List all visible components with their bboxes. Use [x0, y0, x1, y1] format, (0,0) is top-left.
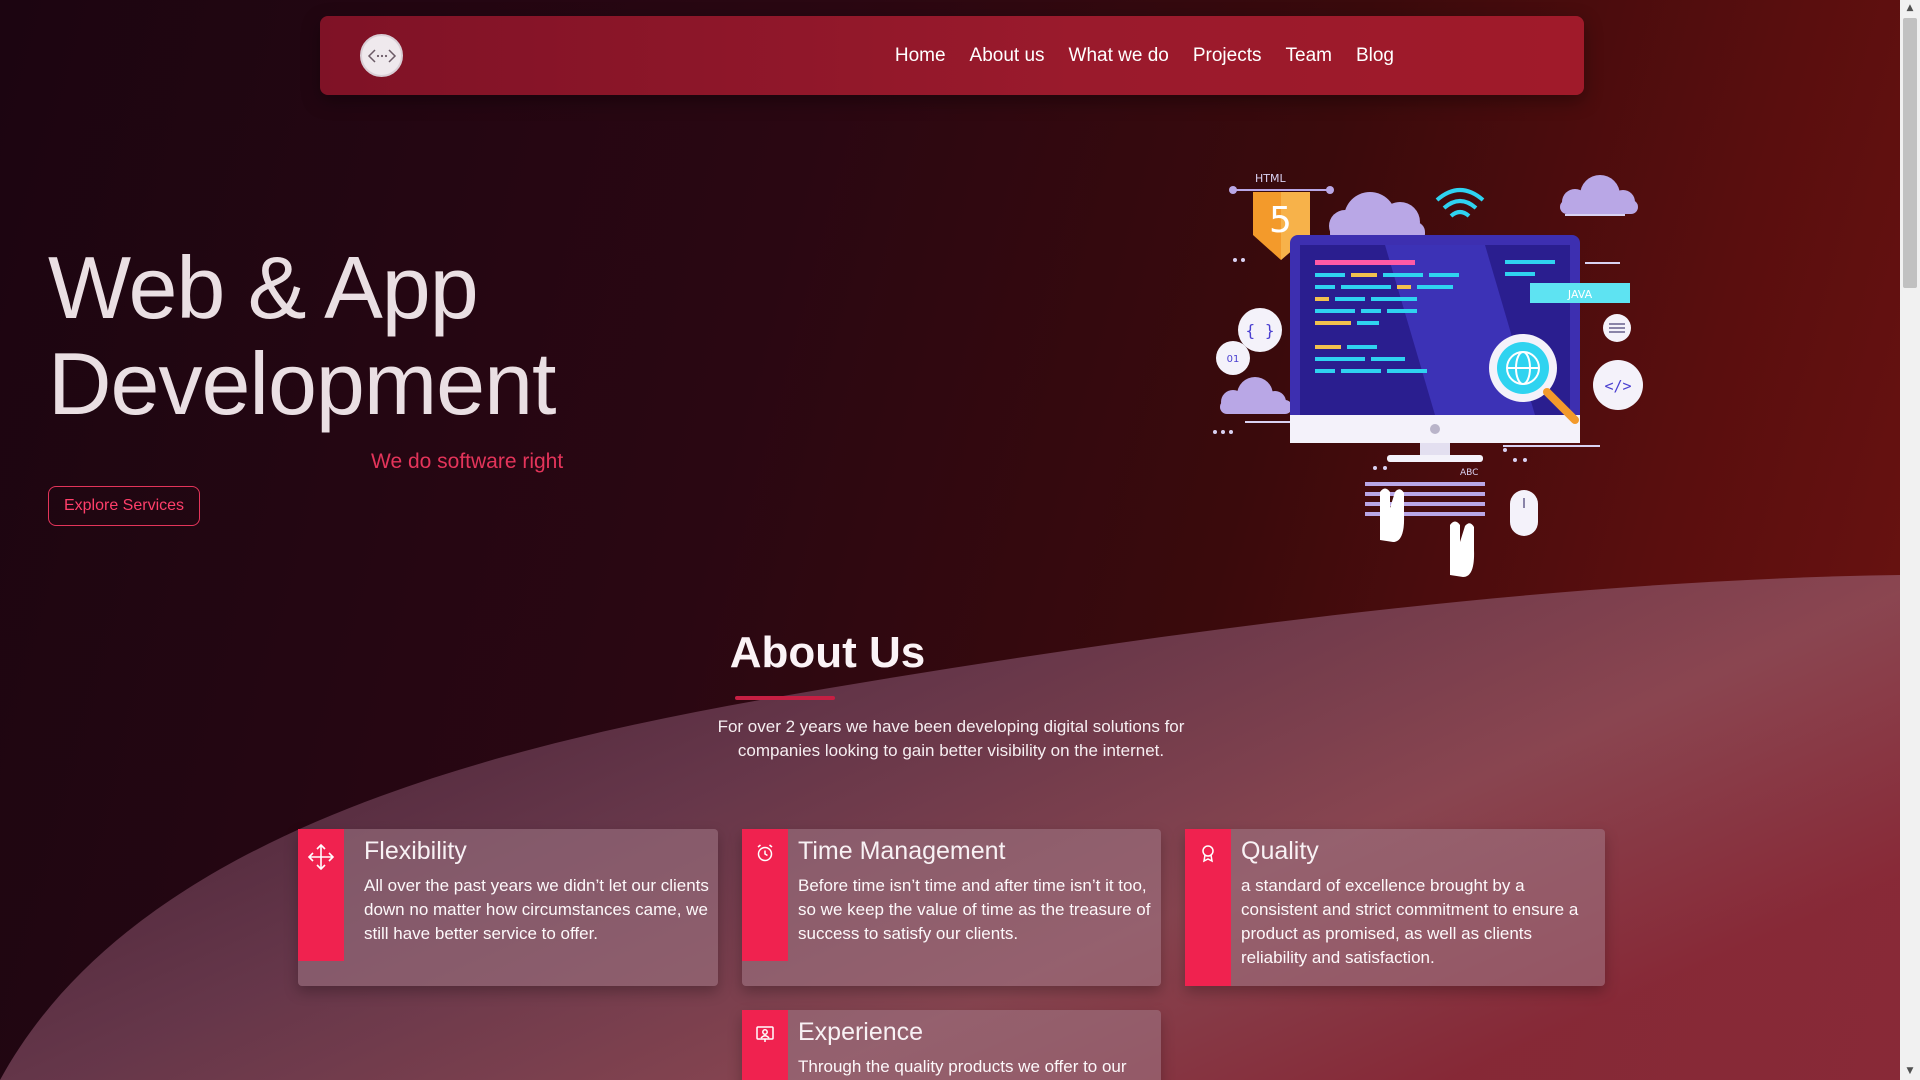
hero-title-line1: Web & App — [48, 238, 479, 337]
braces-label: { } — [1246, 321, 1275, 340]
feature-card-time-management: Time Management Before time isn’t time a… — [742, 829, 1161, 986]
java-label: JAVA — [1567, 288, 1593, 301]
nav-link-home[interactable]: Home — [895, 45, 946, 67]
nav-link-about-us[interactable]: About us — [970, 45, 1045, 67]
binary-bubble: 01 — [1216, 341, 1250, 375]
braces-bubble: { } — [1238, 308, 1282, 352]
message-bubble — [1603, 314, 1631, 342]
wifi-icon — [1435, 188, 1485, 218]
card-icon-strip — [742, 829, 788, 961]
explore-services-button[interactable]: Explore Services — [48, 486, 200, 526]
about-underline — [735, 696, 835, 700]
card-icon-strip — [298, 829, 344, 961]
cloud-icon — [1220, 377, 1292, 414]
scrollbar-thumb[interactable] — [1903, 18, 1917, 288]
feature-card-experience: Experience Through the quality products … — [742, 1010, 1161, 1080]
keyboard: ABC — [1365, 468, 1485, 577]
nav-link-projects[interactable]: Projects — [1193, 45, 1262, 67]
developer-illustration: HTML 5 JAVA {} 01 </> ABC — [1213, 172, 1643, 577]
card-title: Flexibility — [364, 837, 467, 865]
card-title: Quality — [1241, 837, 1319, 865]
feature-card-quality: Quality a standard of excellence brought… — [1185, 829, 1605, 986]
about-title: About Us — [729, 628, 926, 677]
code-label: </> — [1604, 377, 1631, 395]
card-title: Experience — [798, 1018, 924, 1046]
card-text: a standard of excellence brought by a co… — [1241, 876, 1579, 967]
navbar: Home About us What we do Projects Team B… — [320, 16, 1584, 95]
presenter-icon — [756, 1026, 774, 1042]
nav-link-what-we-do[interactable]: What we do — [1069, 45, 1169, 67]
code-brackets-icon — [367, 48, 396, 63]
hero-title-line2: Development — [48, 334, 557, 433]
cloud-icon — [1560, 175, 1638, 215]
html-label: HTML — [1255, 172, 1286, 185]
html-number: 5 — [1269, 200, 1292, 241]
move-arrows-icon — [307, 843, 335, 871]
card-icon-strip — [1185, 829, 1231, 986]
hero-title: Web & App Development — [48, 240, 688, 432]
page-scrollbar[interactable]: ▲ ▼ — [1900, 0, 1920, 1080]
card-text: All over the past years we didn’t let ou… — [364, 876, 709, 943]
scroll-down-arrow-icon[interactable]: ▼ — [1900, 1063, 1920, 1080]
feature-card-flexibility: Flexibility All over the past years we d… — [298, 829, 718, 986]
scroll-up-arrow-icon[interactable]: ▲ — [1900, 0, 1920, 17]
page: Home About us What we do Projects Team B… — [0, 0, 1900, 1080]
card-title: Time Management — [798, 837, 1006, 865]
hero-tagline: We do software right — [371, 450, 564, 473]
nav-link-blog[interactable]: Blog — [1356, 45, 1394, 67]
code-bubble: </> — [1593, 360, 1643, 410]
nav-links: Home About us What we do Projects Team B… — [895, 16, 1394, 95]
keyboard-label: ABC — [1460, 468, 1478, 478]
mouse — [1510, 490, 1538, 536]
about-description: For over 2 years we have been developing… — [717, 717, 1185, 760]
card-icon-strip — [742, 1010, 788, 1080]
card-text: Through the quality products we offer to… — [798, 1057, 1127, 1076]
nav-link-team[interactable]: Team — [1286, 45, 1332, 67]
alarm-clock-icon — [757, 844, 773, 862]
java-tag: JAVA — [1530, 283, 1630, 303]
logo[interactable] — [360, 34, 403, 77]
binary-label: 01 — [1227, 354, 1240, 365]
award-icon — [1202, 845, 1214, 863]
card-text: Before time isn’t time and after time is… — [798, 876, 1151, 943]
